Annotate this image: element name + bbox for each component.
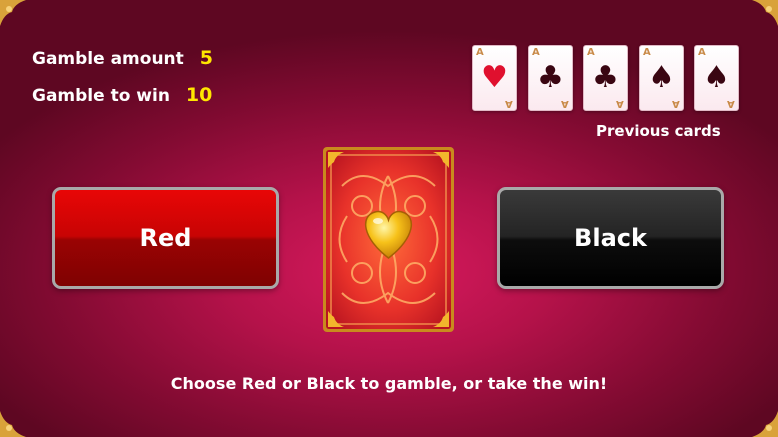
gamble-amount-value: 5 (199, 47, 213, 69)
card-rank: A (587, 47, 595, 58)
previous-card: A ♠ A (639, 45, 684, 111)
card-rank: A (505, 98, 513, 109)
red-button[interactable]: Red (52, 187, 279, 289)
red-button-label: Red (139, 224, 192, 252)
previous-card: A ♣ A (583, 45, 628, 111)
card-rank: A (698, 47, 706, 58)
gamble-to-win-row: Gamble to win 10 (32, 84, 212, 106)
corner-ornament-top-right (750, 0, 778, 28)
black-button[interactable]: Black (497, 187, 724, 289)
card-rank: A (727, 98, 735, 109)
corner-ornament-bottom-left (0, 409, 28, 437)
previous-card: A ♣ A (528, 45, 573, 111)
club-suit-icon: ♣ (592, 60, 619, 95)
card-rank: A (561, 98, 569, 109)
card-rank: A (532, 47, 540, 58)
previous-cards-caption: Previous cards (596, 122, 721, 140)
gamble-amount-label: Gamble amount (32, 49, 184, 69)
card-rank: A (643, 47, 651, 58)
previous-card: A ♥ A (472, 45, 517, 111)
corner-ornament-top-left (0, 0, 28, 28)
previous-card: A ♠ A (694, 45, 739, 111)
previous-cards-strip: A ♥ A A ♣ A A ♣ A A ♠ A A ♠ A (472, 45, 742, 113)
card-rank: A (672, 98, 680, 109)
corner-ornament-bottom-right (750, 409, 778, 437)
instruction-text: Choose Red or Black to gamble, or take t… (170, 374, 608, 393)
card-rank: A (616, 98, 624, 109)
black-button-label: Black (574, 224, 647, 252)
spade-suit-icon: ♠ (703, 60, 730, 95)
gamble-card-back (322, 146, 455, 333)
gamble-to-win-label: Gamble to win (32, 86, 170, 106)
gamble-amount-row: Gamble amount 5 (32, 47, 213, 69)
spade-suit-icon: ♠ (648, 60, 675, 95)
heart-suit-icon: ♥ (481, 60, 508, 95)
gamble-to-win-value: 10 (185, 84, 213, 106)
club-suit-icon: ♣ (537, 60, 564, 95)
card-rank: A (476, 47, 484, 58)
